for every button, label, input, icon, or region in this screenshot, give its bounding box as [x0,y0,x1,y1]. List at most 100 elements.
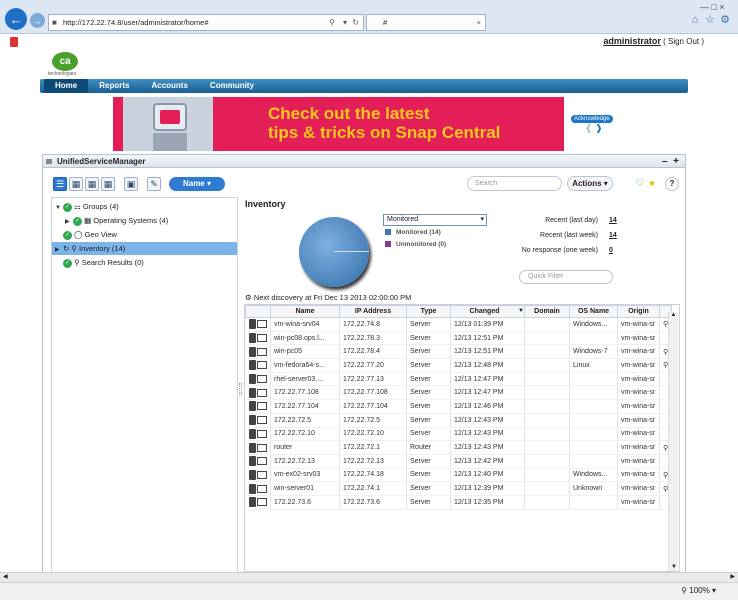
table-row[interactable]: 172.22.77.108 172.22.77.108 Server 12/13 12… [245,385,672,401]
heart-icon[interactable]: ♡ [635,178,644,189]
stat-value-no-response[interactable]: 0 [609,247,613,254]
acknowledge-button[interactable]: Acknowledge [571,115,613,123]
tree-item-operating-systems[interactable]: ▶ ✓ ▦ Operating Systems (4) [52,214,237,227]
back-button[interactable]: ← [5,8,27,30]
device-icon [248,360,256,371]
cell-ip: 172.22.77.20 [339,358,407,373]
browser-tab[interactable]: # × [366,14,486,31]
monitor-icon [257,429,268,438]
nav-home[interactable]: Home [44,79,89,93]
cell-ip: 172.22.78.4 [339,344,407,360]
scroll-up-icon[interactable]: ▲ [669,312,678,318]
cell-name: 172.22.72.5 [270,413,340,428]
table-row[interactable]: router 172.22.72.1 Router 12/13 12:43 PM vm-… [245,440,672,455]
user-bar: administrator ( Sign Out ) [603,36,704,46]
table-row[interactable]: win-pc08.ops.l... 172.22.78.3 Server 12/13 … [245,331,672,346]
table-row[interactable]: rhel-server03.... 172.22.77.13 Server 12/13… [245,372,672,387]
refresh-icon[interactable]: ↻ [352,15,359,30]
cell-type: Server [406,317,451,332]
help-button[interactable]: ? [665,177,679,191]
scroll-right-icon[interactable]: ▶ [730,573,735,580]
lightbulb-icon[interactable]: ● [649,178,655,189]
nav-reports[interactable]: Reports [88,79,140,93]
cell-origin: vm-wina-sr [617,344,660,360]
table-row[interactable]: 172.22.72.10 172.22.72.10 Server 12/13 12:4… [245,427,672,442]
tree-item-geo-view[interactable]: ✓ ◯ Geo View [52,228,237,241]
table-row[interactable]: vm-ex02-srv03 172.22.74.18 Server 12/13 12:… [245,468,672,483]
row-icons [245,385,271,401]
table-row[interactable]: 172.22.73.6 172.22.73.6 Server 12/13 12:35 … [245,495,672,510]
dropdown-icon[interactable]: ▾ [343,15,347,30]
monitor-view-button[interactable]: ▣ [124,177,138,191]
sort-name-button[interactable]: Name ▾ [169,177,225,191]
grid-view-button[interactable]: ▦ [69,177,83,191]
nav-accounts[interactable]: Accounts [140,79,198,93]
prev-arrow-icon[interactable]: ❰ [585,123,593,133]
search-icon[interactable]: ⚲ [329,15,335,30]
row-icons [245,331,271,346]
tree-view-button[interactable]: ☰ [53,177,67,191]
table-row[interactable]: 172.22.77.104 172.22.77.104 Server 12/13 12… [245,399,672,414]
header-ip[interactable]: IP Address [339,305,407,318]
scroll-left-icon[interactable]: ◀ [3,573,8,580]
tree-item-inventory[interactable]: ▶ ↻ ⚲ Inventory (14) [52,242,237,255]
cell-origin: vm-wina-sr [617,358,660,373]
table-row[interactable]: vm-wina-srv04 172.22.74.8 Server 12/13 01:3… [245,317,672,332]
banner-pager-arrows[interactable]: ❰ ❱ [585,123,603,134]
table-row[interactable]: 172.22.72.13 172.22.72.13 Server 12/13 12:4… [245,454,672,469]
edit-button[interactable]: ✎ [147,177,161,191]
cell-origin: vm-wina-sr [617,454,660,469]
nav-community[interactable]: Community [199,79,265,93]
cell-ip: 172.22.77.108 [339,385,407,401]
monitored-select[interactable]: Monitored ▾ [383,214,487,226]
table-row[interactable]: 172.22.72.5 172.22.72.5 Server 12/13 12:43 … [245,413,672,428]
search-input[interactable]: Search [467,176,562,191]
list-view-button[interactable]: ▦ [101,177,115,191]
promo-banner[interactable]: Check out the latest tips & tricks on Sn… [113,97,564,151]
page-horizontal-scrollbar[interactable]: ◀ ▶ [0,572,738,582]
pie-slice-divider [334,251,369,252]
header-type[interactable]: Type [406,305,451,318]
next-arrow-icon[interactable]: ❱ [595,123,603,133]
signout-link[interactable]: ( Sign Out ) [663,37,704,46]
favorites-icon[interactable]: ☆ [704,14,716,26]
gear-icon[interactable]: ⚙ [719,14,731,26]
stat-value-last-week[interactable]: 14 [609,232,617,239]
forward-button[interactable]: → [30,13,45,28]
username-link[interactable]: administrator [603,36,661,46]
table-row[interactable]: win-pc05 172.22.78.4 Server 12/13 12:51 PM W… [245,344,672,360]
main-nav: Home Reports Accounts Community [40,79,688,93]
table-row[interactable]: vm-fedora64-s... 172.22.77.20 Server 12/13 … [245,358,672,373]
quick-filter-input[interactable]: Quick Filter [519,270,613,284]
scroll-down-icon[interactable]: ▼ [669,564,679,570]
cell-changed: 12/13 12:47 PM [450,372,525,387]
table-vertical-scrollbar[interactable]: ▲ ▼ [668,312,678,571]
cell-changed: 12/13 12:43 PM [450,440,525,455]
header-os-name[interactable]: OS Name [569,305,618,318]
home-icon[interactable]: ⌂ [689,14,701,26]
actions-button[interactable]: Actions ▾ [567,176,613,191]
cell-origin: vm-wina-sr [617,372,660,387]
close-tab-icon[interactable]: × [477,15,481,30]
chevron-down-icon[interactable]: ▾ [480,215,484,225]
monitor-icon [257,416,268,425]
search-folder-icon: ⚲ [74,258,80,267]
tile-view-button[interactable]: ▦ [85,177,99,191]
header-origin[interactable]: Origin [617,305,660,318]
cell-domain [524,413,570,428]
stat-value-last-day[interactable]: 14 [609,217,617,224]
header-domain[interactable]: Domain [524,305,570,318]
tree-item-search-results[interactable]: ✓ ⚲ Search Results (0) [52,256,237,269]
tree-item-groups[interactable]: ▼ ✓ ⚏ Groups (4) [52,200,237,213]
address-bar[interactable]: ■ http://172.22.74.8/user/administrator/… [48,14,364,31]
header-changed[interactable]: Changed ▼ [450,305,525,318]
zoom-control[interactable]: ⚲ 100% ▾ [681,586,716,595]
window-controls[interactable]: — □ × [700,2,725,12]
header-name[interactable]: Name [270,305,340,318]
splitter-handle[interactable] [239,383,242,395]
cell-name: win-pc05 [270,344,340,360]
refresh-icon: ↻ [63,244,70,253]
table-row[interactable]: win-server01 172.22.74.1 Server 12/13 12:39… [245,481,672,496]
panel-window-buttons[interactable]: – + [662,155,679,168]
cell-changed: 12/13 12:42 PM [450,454,525,469]
